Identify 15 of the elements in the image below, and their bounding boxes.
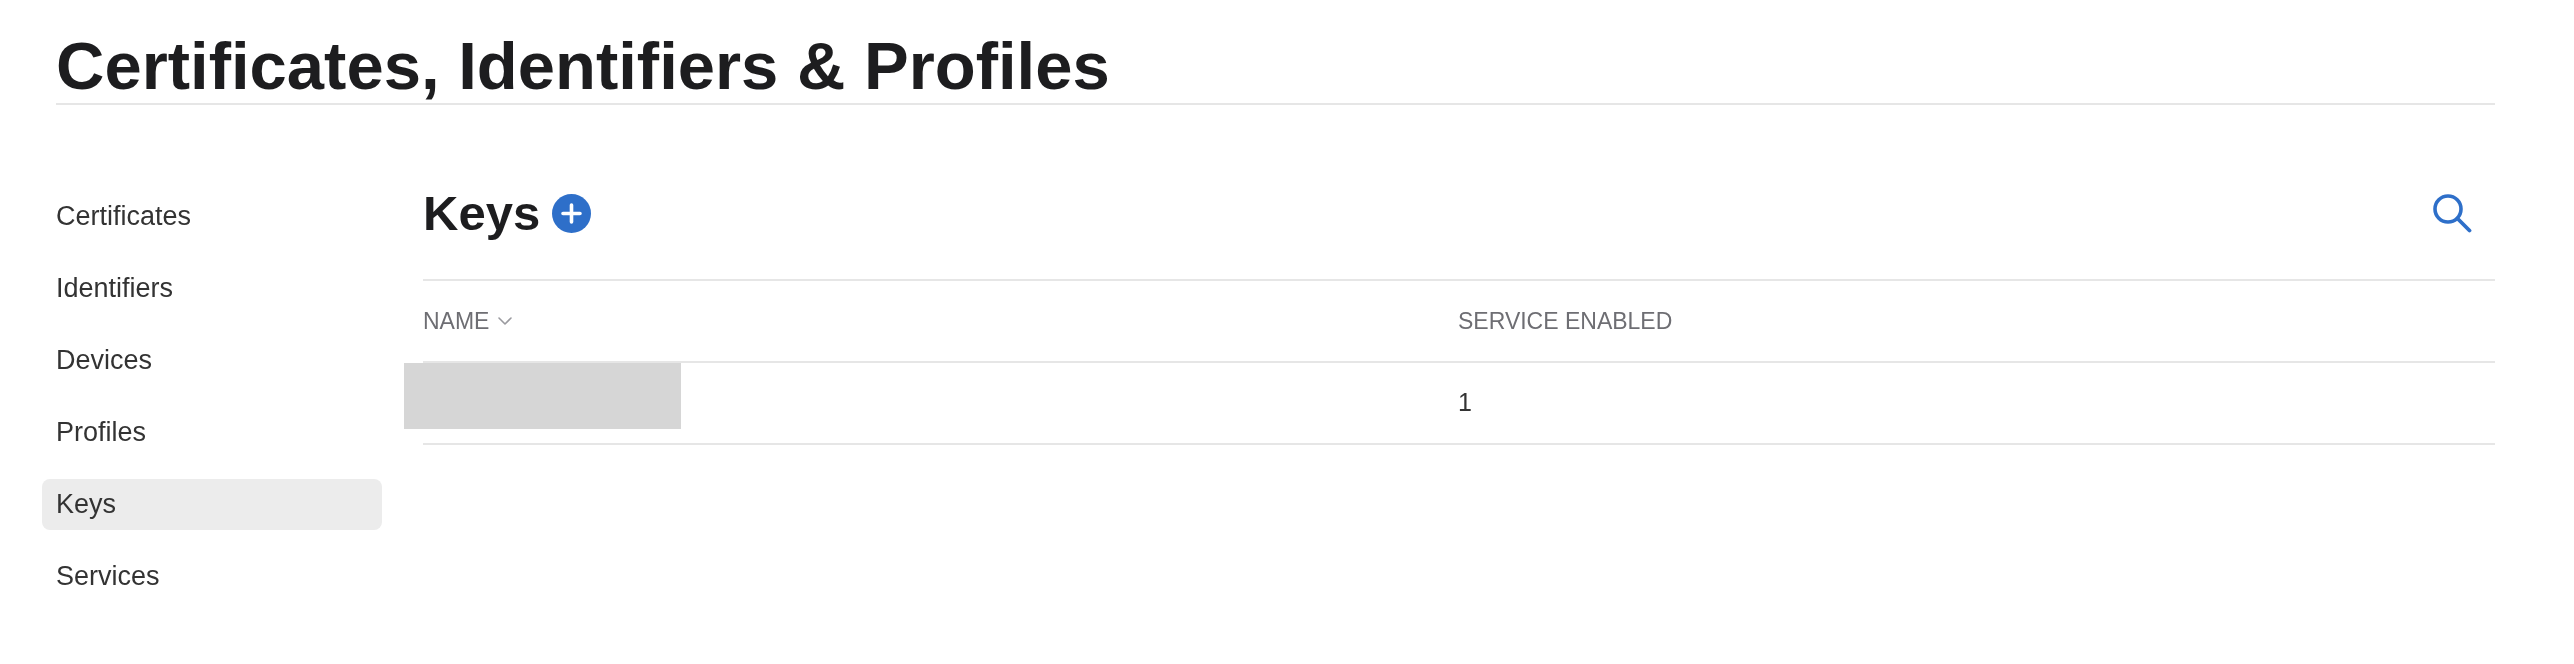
plus-circle-icon [552, 193, 592, 233]
section-title: Keys [423, 188, 541, 238]
sidebar-item[interactable]: Keys [42, 479, 382, 530]
search-button[interactable] [2432, 193, 2472, 233]
table-cell-text: 1 [1458, 387, 1472, 419]
sidebar-item[interactable]: Identifiers [42, 263, 382, 314]
add-button[interactable] [552, 193, 592, 233]
page-title: Certificates, Identifiers & Profiles [56, 0, 2495, 105]
sidebar-item[interactable]: Certificates [42, 191, 382, 242]
column-header[interactable]: NAME [423, 303, 513, 339]
search-icon [2432, 193, 2472, 233]
sidebar-item[interactable]: Profiles [42, 407, 382, 458]
sidebar-item[interactable]: Devices [42, 335, 382, 386]
sidebar-item[interactable]: Services [42, 551, 382, 602]
column-header[interactable]: SERVICE ENABLED [1458, 303, 1673, 339]
